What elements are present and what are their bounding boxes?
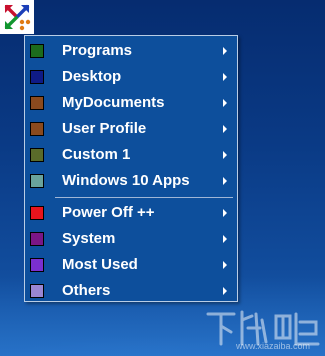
- watermark-text: www.xiazaiba.com: [236, 341, 311, 351]
- menu-item-label: Desktop: [62, 68, 122, 85]
- menu-separator: [55, 197, 233, 198]
- submenu-arrow-icon: [223, 287, 227, 295]
- custom-1-color-icon: [30, 148, 44, 162]
- others-color-icon: [30, 284, 44, 298]
- menu-item-desktop[interactable]: Desktop: [25, 64, 237, 90]
- menu-item-label: MyDocuments: [62, 94, 165, 111]
- menu-item-most-used[interactable]: Most Used: [25, 252, 237, 278]
- system-color-icon: [30, 232, 44, 246]
- submenu-arrow-icon: [223, 177, 227, 185]
- menu-item-system[interactable]: System: [25, 226, 237, 252]
- menu-item-label: Windows 10 Apps: [62, 172, 190, 189]
- submenu-arrow-icon: [223, 99, 227, 107]
- submenu-arrow-icon: [223, 235, 227, 243]
- most-used-color-icon: [30, 258, 44, 272]
- menu-item-label: System: [62, 230, 116, 247]
- menu-item-label: Custom 1: [62, 146, 131, 163]
- menu-item-power-off[interactable]: Power Off ++: [25, 200, 237, 226]
- windows-10-apps-color-icon: [30, 174, 44, 188]
- menu-item-label: User Profile: [62, 120, 147, 137]
- user-profile-color-icon: [30, 122, 44, 136]
- power-off-color-icon: [30, 206, 44, 220]
- mydocuments-color-icon: [30, 96, 44, 110]
- menu-item-custom-1[interactable]: Custom 1: [25, 142, 237, 168]
- submenu-arrow-icon: [223, 151, 227, 159]
- submenu-arrow-icon: [223, 209, 227, 217]
- menu-item-programs[interactable]: Programs: [25, 38, 237, 64]
- menu-item-label: Others: [62, 282, 111, 299]
- menu-item-label: Most Used: [62, 256, 138, 273]
- submenu-arrow-icon: [223, 125, 227, 133]
- menu-item-label: Power Off ++: [62, 204, 155, 221]
- menu-item-user-profile[interactable]: User Profile: [25, 116, 237, 142]
- menu-item-mydocuments[interactable]: MyDocuments: [25, 90, 237, 116]
- submenu-arrow-icon: [223, 73, 227, 81]
- programs-color-icon: [30, 44, 44, 58]
- app-arrows-icon[interactable]: [0, 0, 34, 34]
- submenu-arrow-icon: [223, 47, 227, 55]
- desktop-color-icon: [30, 70, 44, 84]
- submenu-arrow-icon: [223, 261, 227, 269]
- context-menu: Programs Desktop MyDocuments User Profil…: [24, 35, 238, 302]
- menu-item-label: Programs: [62, 42, 133, 59]
- menu-item-windows-10-apps[interactable]: Windows 10 Apps: [25, 168, 237, 194]
